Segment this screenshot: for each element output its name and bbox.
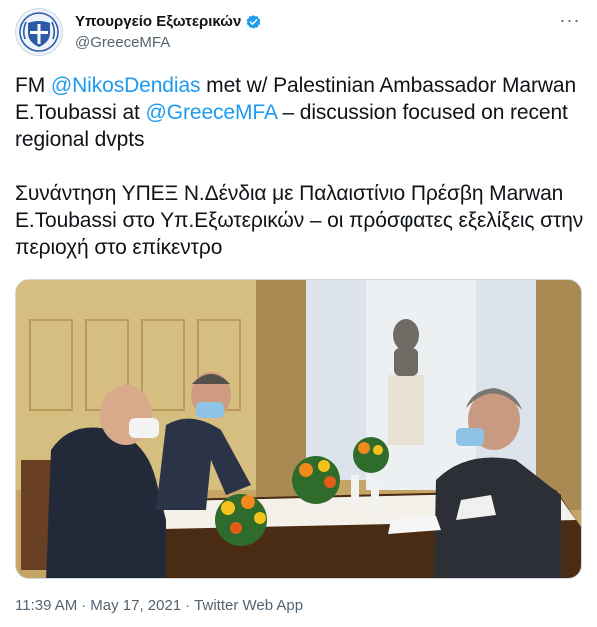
greek-coat-of-arms-icon[interactable] [15, 8, 63, 56]
meta-separator-2: · [185, 597, 191, 614]
author-handle[interactable]: @GreeceMFA [75, 33, 262, 53]
more-options-icon[interactable]: ··· [557, 10, 583, 36]
mention-nikosdendias[interactable]: @NikosDendias [51, 74, 201, 97]
tweet-photo[interactable] [15, 279, 582, 579]
verified-badge-icon [245, 14, 262, 31]
tweet-paragraph-english: FM @NikosDendias met w/ Palestinian Amba… [15, 72, 585, 153]
tweet-meta: 11:39 AM · May 17, 2021 · Twitter Web Ap… [15, 596, 303, 616]
tweet-text: FM @NikosDendias met w/ Palestinian Amba… [15, 72, 585, 261]
tweet-time[interactable]: 11:39 AM [15, 596, 77, 616]
tweet-source-app[interactable]: Twitter Web App [194, 596, 303, 616]
author-names: Υπουργείο Εξωτερικών @GreeceMFA [75, 12, 262, 53]
text-fm: FM [15, 74, 51, 97]
meta-separator: · [81, 597, 87, 614]
display-name[interactable]: Υπουργείο Εξωτερικών [75, 12, 241, 32]
tweet-date[interactable]: May 17, 2021 [90, 596, 181, 616]
tweet-header: Υπουργείο Εξωτερικών @GreeceMFA ··· [15, 8, 583, 56]
display-name-row: Υπουργείο Εξωτερικών [75, 12, 262, 32]
meeting-photo-illustration [16, 280, 581, 578]
tweet-paragraph-greek: Συνάντηση ΥΠΕΞ Ν.Δένδια με Παλαιστίνιο Π… [15, 182, 584, 259]
mention-greecemfa[interactable]: @GreeceMFA [146, 101, 277, 124]
